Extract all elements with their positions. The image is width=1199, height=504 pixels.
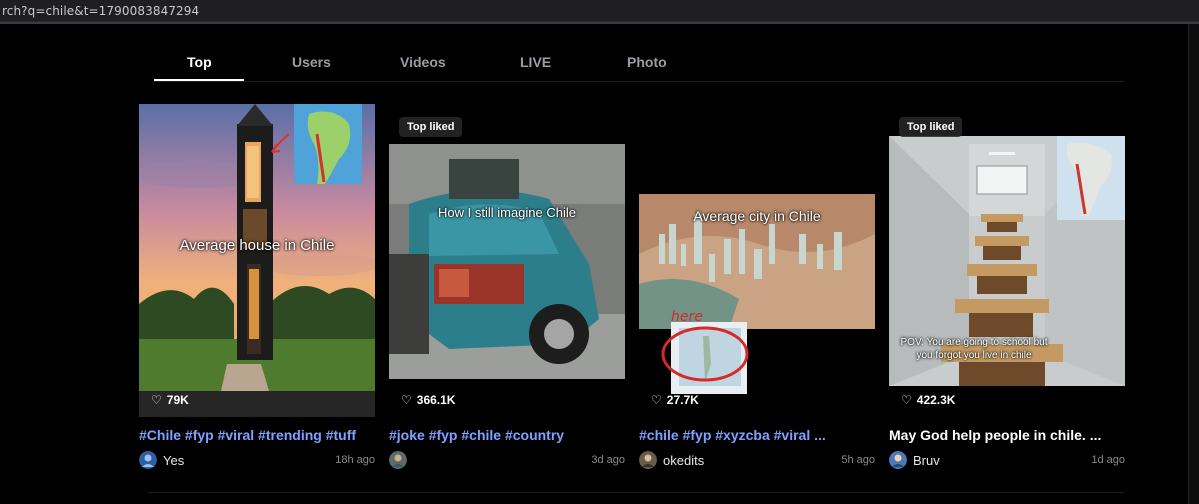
post-age: 1d ago (1091, 454, 1125, 466)
video-card[interactable]: Top liked POV: You are going to school b… (889, 104, 1125, 469)
heart-icon: ♡ (901, 393, 912, 407)
like-count: ♡ 366.1K (401, 393, 456, 407)
video-meta: okedits 5h ago (639, 451, 875, 469)
url-text: rch?q=chile&t=1790083847294 (2, 3, 200, 18)
heart-icon: ♡ (651, 393, 662, 407)
video-thumbnail[interactable]: Top liked POV: You are going to school b… (889, 104, 1125, 417)
video-caption: POV: You are going to school but you for… (900, 337, 1048, 361)
video-meta: Yes 18h ago (139, 451, 375, 469)
tab-top[interactable]: Top (187, 54, 212, 70)
tab-videos[interactable]: Videos (400, 54, 446, 70)
video-thumbnail[interactable]: Average house in Chile ♡ 79K (139, 104, 375, 417)
post-age: 18h ago (335, 454, 375, 466)
thumbnail-image (139, 104, 375, 417)
scrollbar[interactable] (1188, 24, 1199, 504)
browser-divider (0, 22, 1199, 24)
tab-live[interactable]: LIVE (520, 54, 551, 70)
video-card[interactable]: Average house in Chile ♡ 79K #Chile #fyp… (139, 104, 375, 469)
heart-icon: ♡ (401, 393, 412, 407)
video-meta: Bruv 1d ago (889, 451, 1125, 469)
avatar[interactable] (139, 451, 157, 469)
video-description[interactable]: May God help people in chile. ... (889, 427, 1125, 443)
author-name[interactable]: Yes (163, 453, 335, 468)
author-name[interactable]: okedits (663, 453, 841, 468)
search-tabs: Top Users Videos LIVE Photo (154, 44, 1124, 82)
video-description[interactable]: #chile #fyp #xyzcba #viral ... (639, 427, 875, 443)
post-age: 3d ago (591, 454, 625, 466)
like-count: ♡ 27.7K (651, 393, 699, 407)
video-caption: Average house in Chile (179, 237, 335, 254)
author-name[interactable]: Bruv (913, 453, 1091, 468)
video-card[interactable]: here Average city in Chile ♡ 27.7K #chil… (639, 104, 875, 469)
video-caption: Average city in Chile (693, 208, 821, 224)
video-thumbnail[interactable]: here Average city in Chile ♡ 27.7K (639, 104, 875, 417)
video-thumbnail[interactable]: Top liked How I still imagine Chile ♡ 36… (389, 104, 625, 417)
tab-photo[interactable]: Photo (627, 54, 667, 70)
post-age: 5h ago (841, 454, 875, 466)
top-liked-badge: Top liked (399, 117, 463, 137)
video-description[interactable]: #Chile #fyp #viral #trending #tuff (139, 427, 375, 443)
handwritten-note: here (671, 309, 703, 325)
tab-users[interactable]: Users (292, 54, 331, 70)
video-card[interactable]: Top liked How I still imagine Chile ♡ 36… (389, 104, 625, 469)
thumbnail-image (389, 144, 625, 379)
avatar[interactable] (889, 451, 907, 469)
avatar[interactable] (639, 451, 657, 469)
thumbnail-image (889, 136, 1125, 386)
top-liked-badge: Top liked (899, 117, 963, 137)
active-tab-indicator (154, 79, 244, 81)
avatar[interactable] (389, 451, 407, 469)
section-divider (148, 492, 1124, 493)
video-description[interactable]: #joke #fyp #chile #country (389, 427, 625, 443)
address-bar[interactable]: rch?q=chile&t=1790083847294 (0, 0, 1199, 22)
heart-icon: ♡ (151, 393, 162, 407)
like-count: ♡ 422.3K (901, 393, 956, 407)
like-count: ♡ 79K (151, 393, 189, 407)
video-meta: 3d ago (389, 451, 625, 469)
thumbnail-image: here (639, 194, 875, 394)
video-caption: How I still imagine Chile (438, 205, 576, 220)
